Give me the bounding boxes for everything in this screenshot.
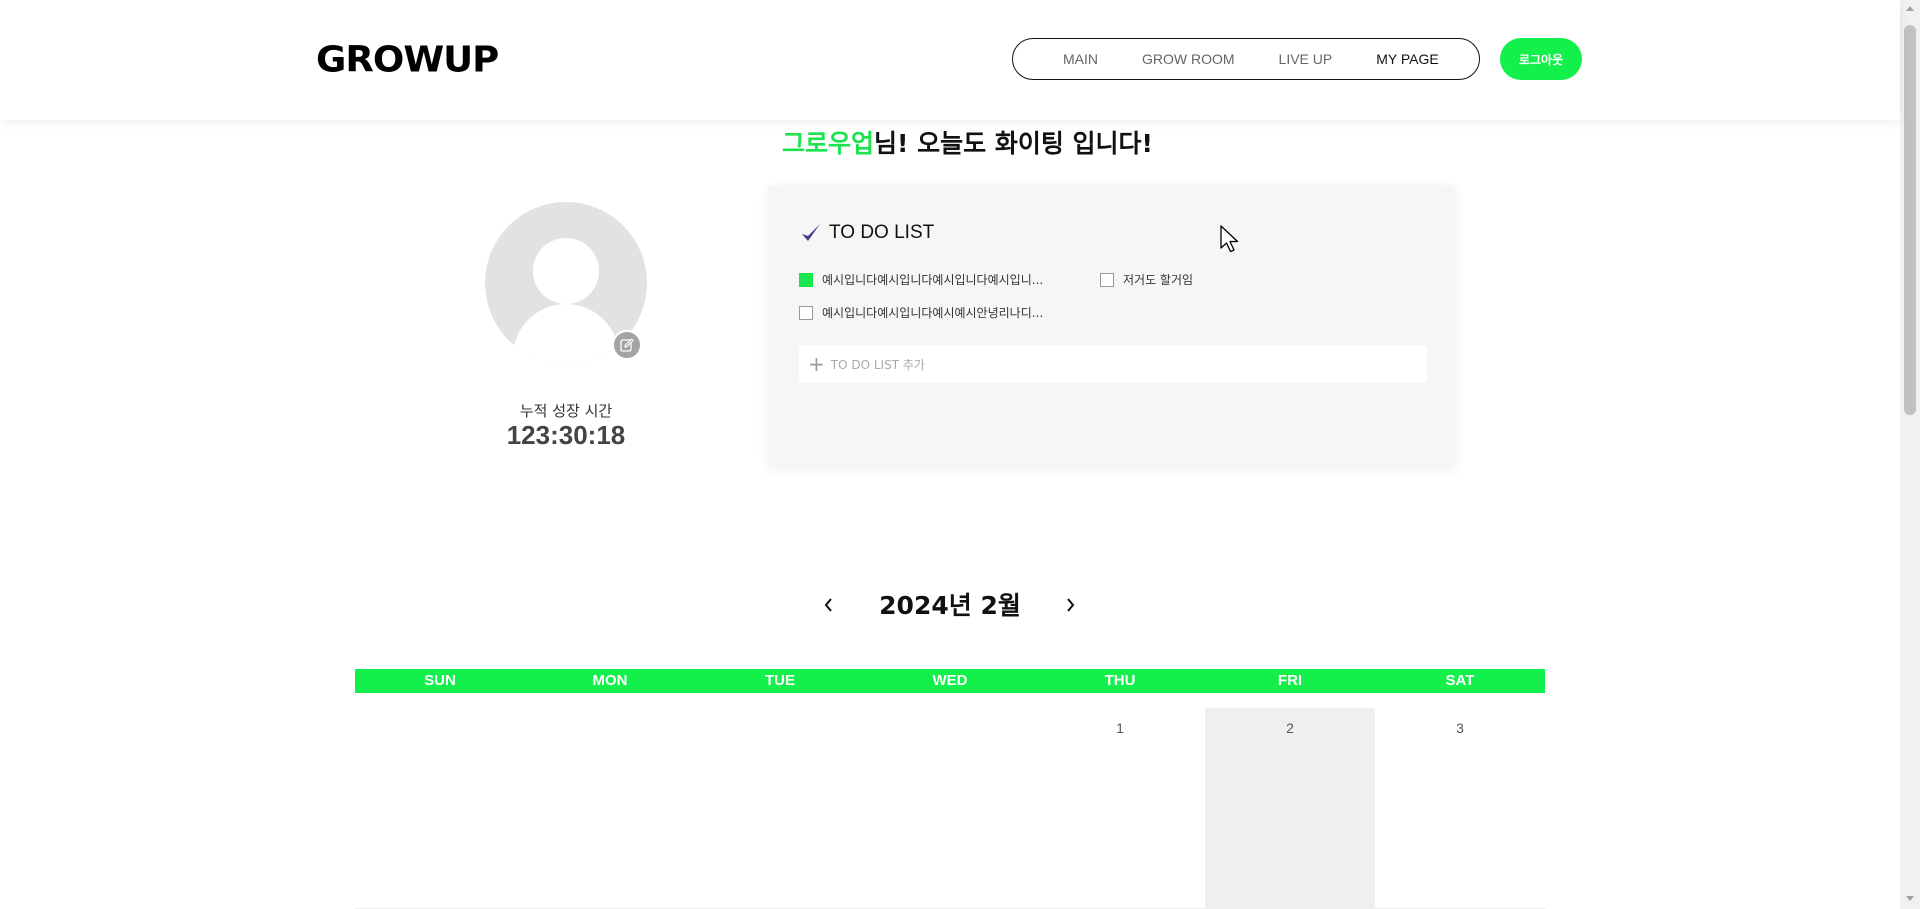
calendar-weekday-header: SUN MON TUE WED THU FRI SAT <box>355 669 1545 693</box>
checkmark-icon <box>802 224 820 241</box>
scroll-up-arrow-icon[interactable] <box>1906 6 1914 11</box>
calendar-prev-button[interactable] <box>814 590 844 620</box>
weekday-mon: MON <box>592 672 628 689</box>
scroll-down-arrow-icon[interactable] <box>1906 896 1914 901</box>
weekday-sat: SAT <box>1445 672 1475 689</box>
todo-checkbox[interactable] <box>799 305 813 320</box>
calendar-cell[interactable] <box>355 708 525 909</box>
chevron-left-icon <box>824 598 832 612</box>
weekday-wed: WED <box>932 672 968 689</box>
logout-button[interactable]: 로그아웃 <box>1500 38 1582 80</box>
growth-time-label: 누적 성장 시간 <box>519 402 613 420</box>
weekday-thu: THU <box>1104 672 1136 689</box>
edit-icon <box>620 338 634 352</box>
nav-main[interactable]: MAIN <box>1063 51 1098 67</box>
todo-checkbox[interactable] <box>799 272 813 287</box>
todo-add-placeholder: TO DO LIST 추가 <box>830 357 925 372</box>
greeting-name: 그로우업 <box>782 129 875 158</box>
main-nav: MAIN GROW ROOM LIVE UP MY PAGE <box>1012 38 1480 80</box>
edit-profile-button[interactable] <box>612 330 642 360</box>
todo-item[interactable]: 예시입니다예시입니다예시예시안녕리나디... <box>799 304 1043 321</box>
weekday-fri: FRI <box>1277 672 1303 689</box>
todo-card: TO DO LIST 예시입니다예시입니다예시입니다예시입니... 저거도 할거… <box>767 185 1456 469</box>
scrollbar-thumb[interactable] <box>1904 25 1916 415</box>
weekday-tue: TUE <box>765 672 795 689</box>
mouse-cursor-icon <box>1220 225 1239 253</box>
nav-live-up[interactable]: LIVE UP <box>1279 51 1333 67</box>
todo-title: TO DO LIST <box>799 221 934 245</box>
chevron-right-icon <box>1067 598 1075 612</box>
calendar-week-row: 1 2 3 <box>355 708 1545 909</box>
avatar-head <box>533 238 599 304</box>
todo-title-text: TO DO LIST <box>829 222 935 243</box>
growth-time-value: 123:30:18 <box>506 420 626 450</box>
nav-my-page[interactable]: MY PAGE <box>1376 51 1439 67</box>
greeting: 그로우업님! 오늘도 화이팅 입니다! <box>782 124 1153 160</box>
nav-grow-room[interactable]: GROW ROOM <box>1142 51 1235 67</box>
calendar-month-title: 2024년 2월 <box>879 591 1021 620</box>
calendar-cell[interactable]: 3 <box>1375 708 1545 909</box>
todo-item-text: 예시입니다예시입니다예시예시안녕리나디... <box>822 306 1044 320</box>
site-header: GROWUP MAIN GROW ROOM LIVE UP MY PAGE 로그… <box>0 0 1900 120</box>
todo-item[interactable]: 예시입니다예시입니다예시입니다예시입니... <box>799 271 1043 288</box>
calendar-day: 2 <box>1286 720 1294 736</box>
calendar-day: 3 <box>1456 720 1464 736</box>
plus-icon: + <box>808 352 825 376</box>
logo[interactable]: GROWUP <box>316 39 499 80</box>
weekday-sun: SUN <box>424 672 456 689</box>
calendar-cell-today[interactable]: 2 <box>1205 708 1375 909</box>
todo-item[interactable]: 저거도 할거임 <box>1100 271 1193 288</box>
avatar-body <box>513 304 619 364</box>
greeting-message: 님! 오늘도 화이팅 입니다! <box>874 129 1153 158</box>
todo-item-text: 저거도 할거임 <box>1123 273 1194 287</box>
todo-add-input[interactable]: + TO DO LIST 추가 <box>799 345 1427 383</box>
page-scrollbar[interactable] <box>1900 0 1920 909</box>
calendar-cell[interactable] <box>695 708 865 909</box>
todo-checkbox[interactable] <box>1100 272 1114 287</box>
calendar-cell[interactable] <box>525 708 695 909</box>
calendar-cell[interactable] <box>865 708 1035 909</box>
calendar-day: 1 <box>1116 720 1124 736</box>
calendar-next-button[interactable] <box>1055 590 1085 620</box>
todo-item-text: 예시입니다예시입니다예시입니다예시입니... <box>822 273 1044 287</box>
calendar-cell[interactable]: 1 <box>1035 708 1205 909</box>
